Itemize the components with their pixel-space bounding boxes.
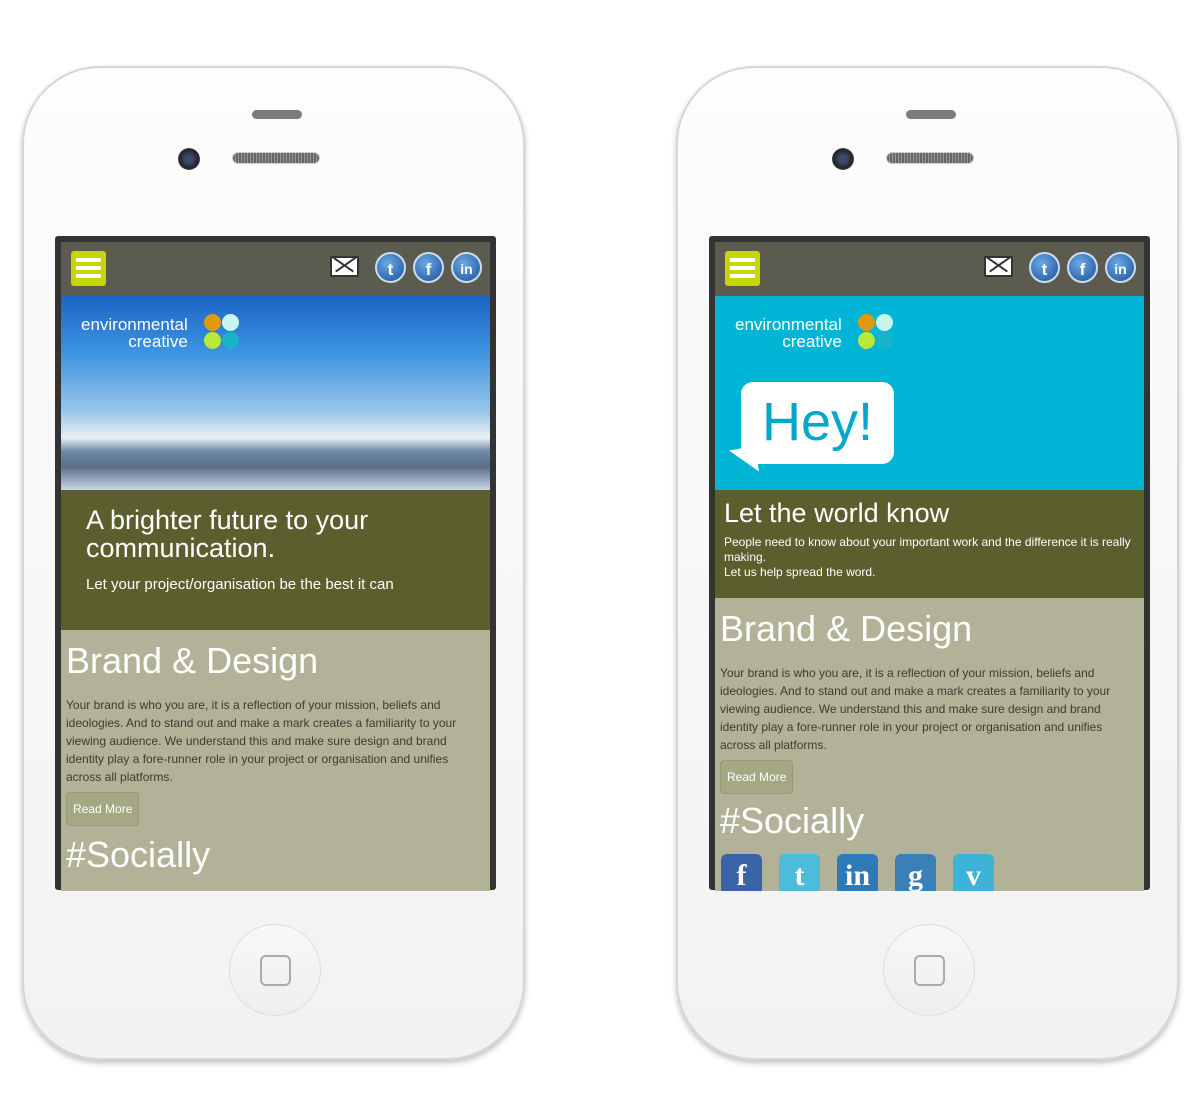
google-icon[interactable]: g — [895, 854, 936, 891]
brand-title: Brand & Design — [66, 640, 319, 681]
read-more-button[interactable]: Read More — [720, 760, 794, 794]
facebook-icon[interactable]: f — [721, 854, 762, 891]
screen: t f in environmental creative A brighter … — [55, 236, 496, 891]
speaker — [906, 110, 956, 119]
logo[interactable]: environmental creative — [735, 316, 842, 350]
phone-left: t f in environmental creative A brighter … — [22, 66, 525, 1060]
phone-right: t f in environmental creative Hey! Let th… — [676, 66, 1179, 1060]
linkedin-icon[interactable]: in — [837, 854, 878, 891]
menu-button[interactable] — [725, 251, 760, 286]
home-button[interactable] — [229, 924, 321, 1016]
camera — [832, 148, 854, 170]
facebook-icon[interactable]: f — [413, 252, 444, 283]
home-button[interactable] — [883, 924, 975, 1016]
read-more-button[interactable]: Read More — [66, 792, 140, 826]
logo-mark — [858, 314, 918, 364]
intro-text-2: Let us help spread the word. — [724, 565, 876, 579]
mail-icon[interactable] — [330, 256, 359, 277]
facebook-icon[interactable]: f — [1067, 252, 1098, 283]
logo-mark — [204, 314, 264, 364]
header: t f in — [61, 242, 490, 296]
camera — [178, 148, 200, 170]
socially-title: #Socially — [66, 834, 211, 875]
header: t f in — [715, 242, 1144, 296]
mail-icon[interactable] — [984, 256, 1013, 277]
socially-title: #Socially — [720, 800, 865, 841]
headline: Let the world know — [724, 498, 950, 528]
twitter-icon[interactable]: t — [779, 854, 820, 891]
twitter-icon[interactable]: t — [1029, 252, 1060, 283]
headline: A brighter future to your communication. — [86, 505, 369, 563]
menu-button[interactable] — [71, 251, 106, 286]
linkedin-icon[interactable]: in — [1105, 252, 1136, 283]
subline: Let your project/organisation be the bes… — [86, 576, 394, 593]
brand-text: Your brand is who you are, it is a refle… — [66, 698, 457, 784]
earpiece — [886, 152, 974, 164]
intro-section: Let the world know People need to know a… — [715, 490, 1144, 598]
intro-section: A brighter future to your communication.… — [61, 490, 490, 630]
speech-bubble: Hey! — [741, 382, 894, 464]
earpiece — [232, 152, 320, 164]
screen: t f in environmental creative Hey! Let th… — [709, 236, 1150, 891]
twitter-icon[interactable]: t — [375, 252, 406, 283]
vimeo-icon[interactable]: v — [953, 854, 994, 891]
hero-image: environmental creative — [61, 296, 490, 490]
brand-text: Your brand is who you are, it is a refle… — [720, 666, 1111, 752]
logo[interactable]: environmental creative — [81, 316, 188, 350]
linkedin-icon[interactable]: in — [451, 252, 482, 283]
intro-text: People need to know about your important… — [724, 535, 1131, 564]
brand-title: Brand & Design — [720, 608, 973, 649]
speaker — [252, 110, 302, 119]
hero-image: environmental creative Hey! — [715, 296, 1144, 490]
